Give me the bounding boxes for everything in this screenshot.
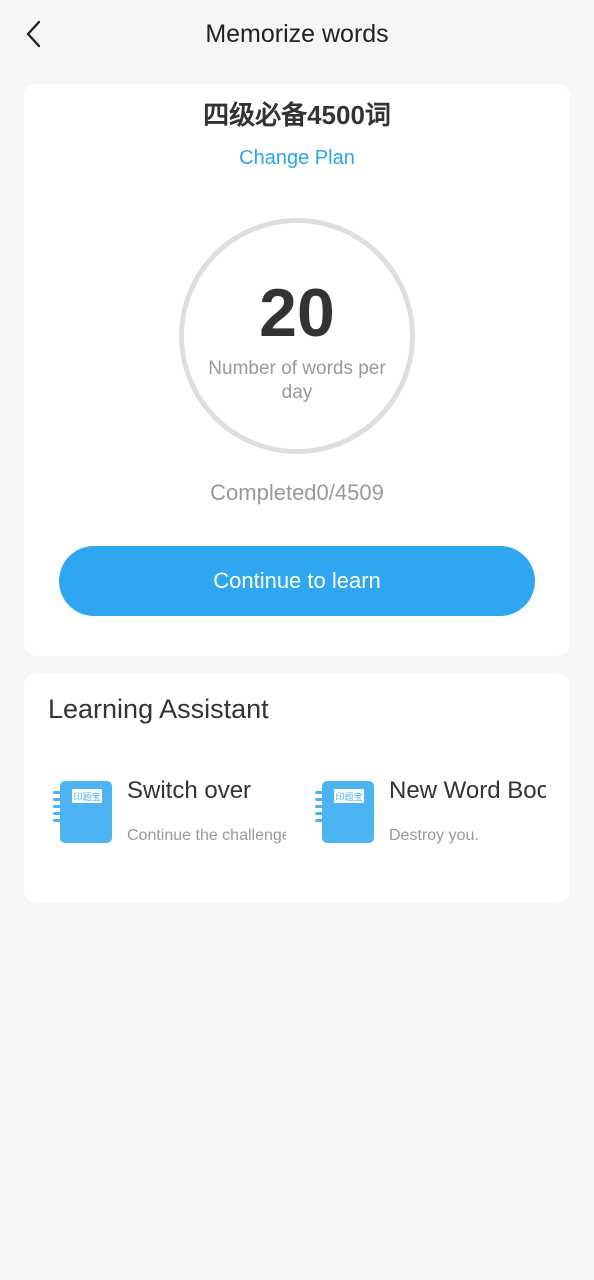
tool-switch-over[interactable]: 印题宝 Switch over Continue the challenge [52, 773, 286, 853]
completed-progress-text: Completed0/4509 [210, 480, 384, 505]
words-per-day-count: 20 [259, 275, 335, 351]
tool-description: Destroy you. [389, 827, 479, 844]
learning-assistant-card: Learning Assistant 印题宝 Switch over Conti… [24, 673, 570, 903]
section-title: Learning Assistant [48, 694, 269, 724]
notebook-icon: 印题宝 [53, 781, 112, 843]
plan-card: 四级必备4500词 Change Plan 20 Number of words… [24, 84, 570, 656]
tool-description: Continue the challenge [127, 827, 286, 844]
tool-new-word-book[interactable]: 印题宝 New Word Book Destroy you. [314, 773, 546, 853]
page-title: Memorize words [205, 20, 389, 48]
icon-label: 印题宝 [335, 791, 362, 803]
icon-label: 印题宝 [73, 791, 100, 803]
words-per-day-label: Number of words per day [208, 358, 386, 403]
notebook-icon: 印题宝 [315, 781, 374, 843]
tool-name: New Word Book [389, 777, 546, 804]
change-plan-link[interactable]: Change Plan [24, 144, 570, 172]
tool-name: Switch over [127, 777, 252, 804]
continue-to-learn-button[interactable]: Continue to learn [59, 546, 535, 616]
header-bar: Memorize words [0, 0, 594, 68]
daily-words-ring: 20 Number of words per day [179, 218, 415, 454]
plan-title: 四级必备4500词 [203, 100, 391, 130]
